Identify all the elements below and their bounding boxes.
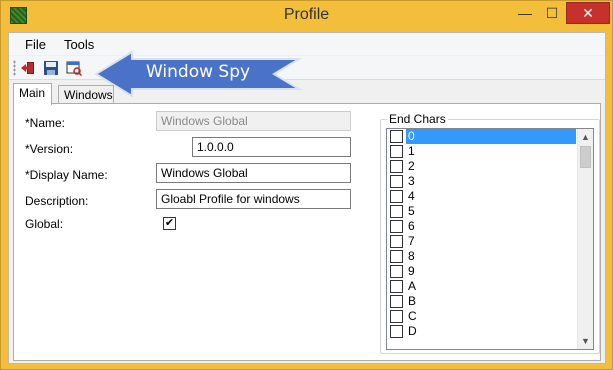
close-button[interactable]: ✕ bbox=[566, 2, 610, 24]
list-item[interactable]: D bbox=[387, 324, 578, 339]
list-item-checkbox[interactable] bbox=[390, 280, 403, 293]
list-item-checkbox[interactable] bbox=[390, 190, 403, 203]
list-item-label: 8 bbox=[408, 249, 415, 263]
list-item-label: 0 bbox=[406, 129, 576, 144]
list-item-label: 5 bbox=[408, 204, 415, 218]
list-item-label: 9 bbox=[408, 264, 415, 278]
global-checkbox[interactable]: ✔ bbox=[163, 217, 176, 230]
list-item[interactable]: 3 bbox=[387, 174, 578, 189]
list-item[interactable]: C bbox=[387, 309, 578, 324]
list-item-checkbox[interactable] bbox=[390, 265, 403, 278]
list-item-label: 1 bbox=[408, 144, 415, 158]
list-item-checkbox[interactable] bbox=[390, 160, 403, 173]
profile-window: Profile — ☐ ✕ File Tools Window Spy Main… bbox=[0, 0, 613, 370]
main-tab-panel: *Name: Windows Global *Version: 1.0.0.0 … bbox=[13, 103, 601, 361]
title-bar[interactable]: Profile — ☐ ✕ bbox=[1, 1, 612, 32]
exit-button[interactable] bbox=[19, 59, 37, 77]
list-item[interactable]: 2 bbox=[387, 159, 578, 174]
list-item[interactable]: 8 bbox=[387, 249, 578, 264]
list-item-label: 3 bbox=[408, 174, 415, 188]
list-item-checkbox[interactable] bbox=[390, 295, 403, 308]
list-item-label: 7 bbox=[408, 234, 415, 248]
display-name-label: *Display Name: bbox=[25, 168, 108, 182]
list-item[interactable]: B bbox=[387, 294, 578, 309]
list-item[interactable]: 5 bbox=[387, 204, 578, 219]
list-item[interactable]: 4 bbox=[387, 189, 578, 204]
window-spy-button[interactable] bbox=[65, 59, 83, 77]
name-label: *Name: bbox=[25, 116, 66, 130]
client-area: File Tools Window Spy Main Windows *Name… bbox=[8, 32, 606, 364]
list-item[interactable]: A bbox=[387, 279, 578, 294]
save-button[interactable] bbox=[42, 59, 60, 77]
list-item[interactable]: 7 bbox=[387, 234, 578, 249]
window-spy-icon bbox=[66, 61, 82, 76]
checkmark-icon: ✔ bbox=[164, 217, 175, 229]
list-item-checkbox[interactable] bbox=[390, 130, 403, 143]
list-item-label: D bbox=[408, 324, 417, 338]
list-item-checkbox[interactable] bbox=[390, 175, 403, 188]
list-item[interactable]: 1 bbox=[387, 144, 578, 159]
exit-icon bbox=[21, 62, 34, 74]
end-chars-list[interactable]: 0123456789ABCD ▲ ▼ bbox=[386, 128, 594, 350]
list-item-label: B bbox=[408, 294, 417, 308]
list-item-label: 2 bbox=[408, 159, 415, 173]
list-item-label: A bbox=[408, 279, 417, 293]
list-item-checkbox[interactable] bbox=[390, 325, 403, 338]
version-label: *Version: bbox=[25, 142, 74, 156]
list-item-checkbox[interactable] bbox=[390, 235, 403, 248]
list-item-checkbox[interactable] bbox=[390, 310, 403, 323]
list-item[interactable]: 9 bbox=[387, 264, 578, 279]
scroll-up-icon[interactable]: ▲ bbox=[578, 129, 593, 145]
list-item[interactable]: 0 bbox=[387, 129, 578, 144]
tab-windows[interactable]: Windows bbox=[58, 85, 114, 104]
display-name-field[interactable]: Windows Global bbox=[156, 163, 351, 183]
list-item-label: C bbox=[408, 309, 417, 323]
scroll-down-icon[interactable]: ▼ bbox=[578, 333, 593, 349]
minimize-button[interactable]: — bbox=[512, 2, 538, 24]
description-field[interactable]: Gloabl Profile for windows bbox=[156, 189, 351, 209]
end-chars-title: End Chars bbox=[387, 112, 448, 126]
list-item-checkbox[interactable] bbox=[390, 205, 403, 218]
save-icon bbox=[44, 61, 58, 75]
window-spy-callout: Window Spy bbox=[94, 50, 304, 98]
global-label: Global: bbox=[25, 217, 64, 231]
description-label: Description: bbox=[25, 194, 89, 208]
list-scrollbar[interactable]: ▲ ▼ bbox=[577, 129, 593, 349]
version-field[interactable]: 1.0.0.0 bbox=[192, 137, 351, 157]
maximize-button[interactable]: ☐ bbox=[539, 2, 565, 24]
list-item[interactable]: 6 bbox=[387, 219, 578, 234]
name-field[interactable]: Windows Global bbox=[156, 111, 351, 131]
tab-main[interactable]: Main bbox=[13, 83, 52, 105]
list-item-label: 6 bbox=[408, 219, 415, 233]
list-item-checkbox[interactable] bbox=[390, 220, 403, 233]
toolbar-grip-icon[interactable] bbox=[13, 60, 16, 76]
end-chars-items: 0123456789ABCD bbox=[387, 129, 578, 339]
callout-label: Window Spy bbox=[146, 62, 251, 82]
scroll-thumb[interactable] bbox=[580, 146, 591, 168]
menu-file[interactable]: File bbox=[16, 35, 55, 54]
end-chars-group: End Chars 0123456789ABCD ▲ ▼ bbox=[380, 112, 600, 354]
list-item-checkbox[interactable] bbox=[390, 145, 403, 158]
list-item-label: 4 bbox=[408, 189, 415, 203]
list-item-checkbox[interactable] bbox=[390, 250, 403, 263]
